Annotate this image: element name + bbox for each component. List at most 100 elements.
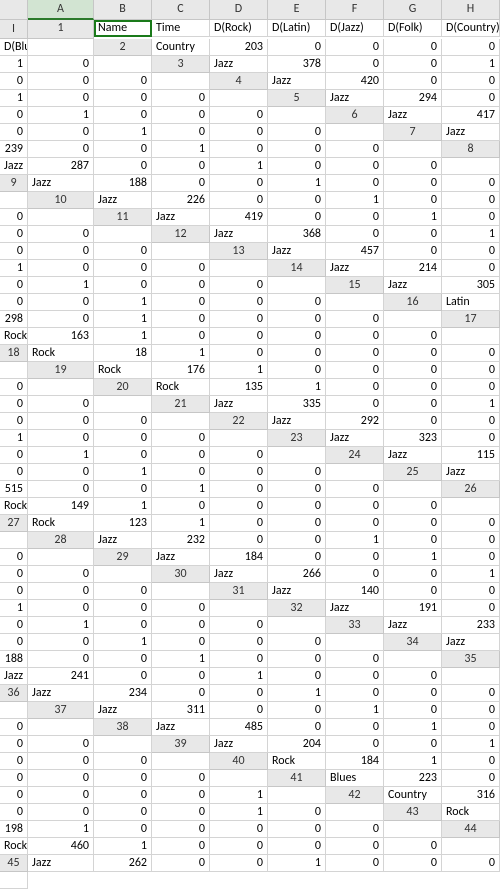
header-cell-D(Folk)[interactable]: D(Folk) — [384, 20, 442, 37]
cell-I41[interactable] — [268, 787, 326, 804]
row-header-38[interactable]: 38 — [94, 719, 152, 736]
cell-D23[interactable]: 0 — [0, 447, 28, 464]
row-header-26[interactable]: 26 — [442, 481, 500, 498]
column-header-F[interactable]: F — [326, 0, 384, 20]
cell-E24[interactable]: 1 — [94, 464, 152, 481]
cell-H21[interactable]: 0 — [94, 413, 152, 430]
cell-F41[interactable]: 0 — [94, 787, 152, 804]
cell-H20[interactable]: 0 — [28, 396, 94, 413]
cell-G14[interactable]: 0 — [152, 277, 210, 294]
cell-F32[interactable]: 0 — [94, 617, 152, 634]
cell-E26[interactable]: 0 — [210, 498, 268, 515]
column-header-B[interactable]: B — [94, 0, 152, 20]
cell-I45[interactable] — [0, 872, 28, 889]
cell-A26[interactable]: Rock — [0, 498, 28, 515]
cell-I14[interactable] — [268, 277, 326, 294]
cell-A29[interactable]: Jazz — [152, 549, 210, 566]
cell-I2[interactable] — [94, 56, 152, 73]
cell-B30[interactable]: 266 — [268, 566, 326, 583]
cell-D21[interactable]: 0 — [384, 396, 442, 413]
cell-G45[interactable]: 0 — [384, 855, 442, 872]
cell-B28[interactable]: 232 — [152, 532, 210, 549]
cell-H6[interactable]: 0 — [268, 124, 326, 141]
cell-D42[interactable]: 0 — [28, 804, 94, 821]
cell-C22[interactable]: 0 — [384, 413, 442, 430]
cell-I4[interactable] — [210, 90, 268, 107]
cell-G25[interactable]: 0 — [268, 481, 326, 498]
cell-E45[interactable]: 1 — [268, 855, 326, 872]
row-header-18[interactable]: 18 — [0, 345, 28, 362]
cell-C17[interactable]: 1 — [94, 328, 152, 345]
cell-C37[interactable]: 0 — [210, 702, 268, 719]
row-header-2[interactable]: 2 — [94, 39, 152, 56]
select-all-corner[interactable] — [0, 0, 28, 20]
cell-C24[interactable]: 0 — [0, 464, 28, 481]
cell-A13[interactable]: Jazz — [268, 243, 326, 260]
cell-C26[interactable]: 1 — [94, 498, 152, 515]
cell-H17[interactable]: 0 — [384, 328, 442, 345]
cell-E28[interactable]: 1 — [326, 532, 384, 549]
cell-B41[interactable]: 223 — [384, 770, 442, 787]
cell-E40[interactable]: 0 — [0, 770, 28, 787]
cell-C34[interactable]: 0 — [28, 651, 94, 668]
cell-E27[interactable]: 0 — [268, 515, 326, 532]
cell-A36[interactable]: Jazz — [28, 685, 94, 702]
cell-H43[interactable]: 0 — [326, 821, 384, 838]
row-header-3[interactable]: 3 — [152, 56, 210, 73]
cell-C30[interactable]: 0 — [326, 566, 384, 583]
cell-F10[interactable]: 0 — [384, 192, 442, 209]
cell-H16[interactable]: 0 — [326, 311, 384, 328]
cell-A31[interactable]: Jazz — [268, 583, 326, 600]
cell-C9[interactable]: 0 — [152, 175, 210, 192]
cell-I11[interactable] — [94, 226, 152, 243]
cell-A24[interactable]: Jazz — [384, 447, 442, 464]
cell-I6[interactable] — [326, 124, 384, 141]
cell-E36[interactable]: 1 — [268, 685, 326, 702]
cell-F34[interactable]: 0 — [210, 651, 268, 668]
cell-G12[interactable]: 0 — [28, 243, 94, 260]
row-header-42[interactable]: 42 — [326, 787, 384, 804]
row-header-28[interactable]: 28 — [28, 532, 94, 549]
cell-I16[interactable] — [384, 311, 442, 328]
cell-E42[interactable]: 0 — [94, 804, 152, 821]
cell-H5[interactable]: 0 — [210, 107, 268, 124]
cell-B37[interactable]: 311 — [152, 702, 210, 719]
cell-A7[interactable]: Jazz — [442, 124, 500, 141]
cell-F29[interactable]: 0 — [442, 549, 500, 566]
cell-F40[interactable]: 0 — [28, 770, 94, 787]
cell-F9[interactable]: 0 — [326, 175, 384, 192]
cell-H4[interactable]: 0 — [152, 90, 210, 107]
cell-E20[interactable]: 0 — [384, 379, 442, 396]
cell-G6[interactable]: 0 — [210, 124, 268, 141]
cell-I31[interactable] — [210, 600, 268, 617]
cell-F24[interactable]: 0 — [152, 464, 210, 481]
cell-B18[interactable]: 18 — [94, 345, 152, 362]
cell-A19[interactable]: Rock — [94, 362, 152, 379]
cell-F20[interactable]: 0 — [442, 379, 500, 396]
row-header-21[interactable]: 21 — [152, 396, 210, 413]
cell-A17[interactable]: Rock — [0, 328, 28, 345]
cell-E31[interactable]: 1 — [0, 600, 28, 617]
row-header-24[interactable]: 24 — [326, 447, 384, 464]
cell-I27[interactable] — [0, 532, 28, 549]
cell-C45[interactable]: 0 — [152, 855, 210, 872]
cell-D33[interactable]: 0 — [28, 634, 94, 651]
cell-D7[interactable]: 0 — [94, 141, 152, 158]
cell-B39[interactable]: 204 — [268, 736, 326, 753]
cell-B31[interactable]: 140 — [326, 583, 384, 600]
cell-H10[interactable]: 0 — [0, 209, 28, 226]
cell-I25[interactable] — [384, 481, 442, 498]
cell-B13[interactable]: 457 — [326, 243, 384, 260]
cell-H27[interactable]: 0 — [442, 515, 500, 532]
cell-I18[interactable] — [0, 362, 28, 379]
cell-A39[interactable]: Jazz — [210, 736, 268, 753]
row-header-7[interactable]: 7 — [384, 124, 442, 141]
cell-E12[interactable]: 1 — [442, 226, 500, 243]
cell-A21[interactable]: Jazz — [210, 396, 268, 413]
cell-F6[interactable]: 0 — [152, 124, 210, 141]
cell-G22[interactable]: 0 — [94, 430, 152, 447]
cell-A28[interactable]: Jazz — [94, 532, 152, 549]
cell-H33[interactable]: 0 — [268, 634, 326, 651]
cell-B24[interactable]: 115 — [442, 447, 500, 464]
cell-C32[interactable]: 0 — [442, 600, 500, 617]
